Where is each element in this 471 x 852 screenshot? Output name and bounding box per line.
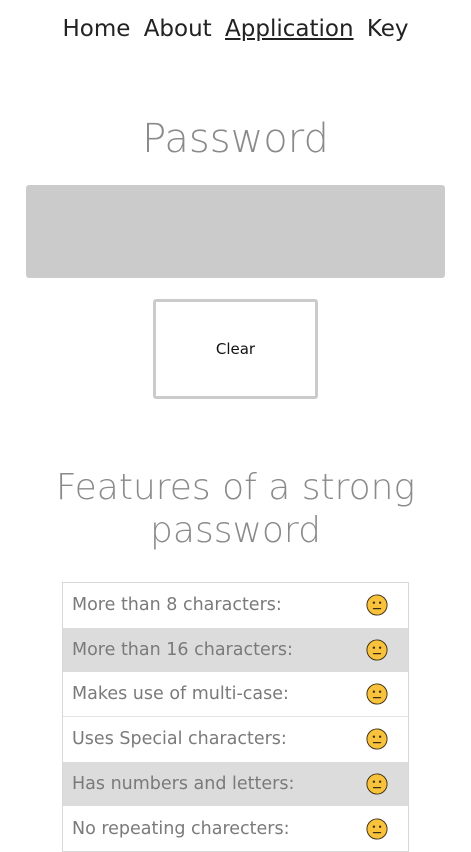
clear-button[interactable]: Clear <box>153 299 318 399</box>
password-title: Password <box>142 116 329 162</box>
feature-row-special-characters: Uses Special characters: <box>63 717 408 762</box>
neutral-face-icon <box>366 818 388 840</box>
features-table: More than 8 characters: More than 16 cha… <box>62 582 409 852</box>
feature-label: No repeating charecters: <box>72 818 290 839</box>
neutral-face-icon <box>366 639 388 661</box>
neutral-face-icon <box>366 594 388 616</box>
feature-label: More than 8 characters: <box>72 595 282 616</box>
feature-row-multi-case: Makes use of multi-case: <box>63 672 408 718</box>
feature-row-no-repeating: No repeating charecters: <box>63 806 408 851</box>
feature-label: Has numbers and letters: <box>72 774 295 795</box>
nav-about-link[interactable]: About <box>144 16 212 42</box>
features-title: Features of a strong password <box>55 467 416 551</box>
feature-row-more-than-16: More than 16 characters: <box>63 627 408 673</box>
neutral-face-icon <box>366 773 388 795</box>
neutral-face-icon <box>366 728 388 750</box>
feature-row-numbers-and-letters: Has numbers and letters: <box>63 761 408 807</box>
top-nav: Home About Application Key <box>0 16 471 42</box>
feature-label: Uses Special characters: <box>72 729 287 750</box>
nav-home-link[interactable]: Home <box>62 16 130 42</box>
feature-row-more-than-8: More than 8 characters: <box>63 583 408 628</box>
nav-key-link[interactable]: Key <box>367 16 409 42</box>
nav-application-link[interactable]: Application <box>225 16 354 42</box>
neutral-face-icon <box>366 683 388 705</box>
feature-label: More than 16 characters: <box>72 640 293 661</box>
feature-label: Makes use of multi-case: <box>72 684 289 705</box>
password-input[interactable] <box>26 185 445 278</box>
